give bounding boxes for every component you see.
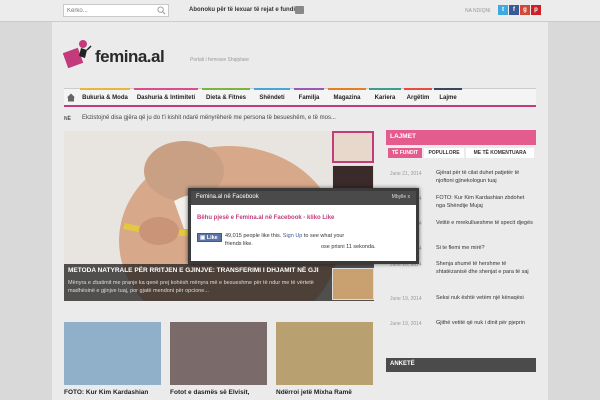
article-card-3-title[interactable]: Ndërroi jetë Mixha Ramë — [276, 389, 352, 396]
nav-item-color-bar — [254, 88, 290, 90]
search-input[interactable] — [64, 5, 152, 16]
like-count-text: 49,015 people like this. — [225, 233, 282, 239]
article-card-2-title[interactable]: Fotot e dasmës së Elvisit, — [170, 389, 249, 396]
mail-icon[interactable] — [295, 6, 304, 14]
nav-item-0[interactable]: Bukuria & Moda — [80, 88, 130, 106]
subscribe-text: Abonoku për të lexuar të rejat e fundit — [189, 7, 298, 13]
nav-item-label: Bukuria & Moda — [82, 95, 128, 101]
nav-item-color-bar — [80, 88, 130, 90]
twitter-icon[interactable]: t — [498, 5, 508, 15]
hero-title[interactable]: METODA NATYRALE PËR RRITJEN E GJINJVE: T… — [68, 267, 319, 274]
nav-item-color-bar — [328, 88, 366, 90]
ticker-text[interactable]: Ekzistojnë disa gjëra që ju do t'i kishi… — [82, 115, 336, 121]
top-bar: Abonoku për të lexuar të rejat e fundit … — [0, 0, 600, 22]
like-label: Like — [206, 235, 218, 241]
facebook-like-link[interactable]: Bëhu pjesë e Femina.al në Facebook - kli… — [197, 215, 334, 221]
facebook-popup-title: Femina.al në Facebook — [196, 194, 259, 200]
poll-header-title: ANKETË — [390, 361, 415, 367]
news-title[interactable]: Si te flemi me mirë? — [436, 244, 534, 252]
nav-item-color-bar — [294, 88, 324, 90]
pinterest-icon[interactable]: p — [531, 5, 541, 15]
nav-item-color-bar — [134, 88, 198, 90]
site-tagline: Portali i femrave Shqiptare — [190, 57, 249, 63]
nav-item-color-bar — [404, 88, 432, 90]
news-title[interactable]: Seksi nuk është vetëm një kënaqësi — [436, 294, 534, 302]
news-title[interactable]: Shenja shumë të hershme të shtatëzanisë … — [436, 260, 534, 276]
nav-item-color-bar — [434, 88, 462, 90]
nav-item-label: Lajme — [439, 95, 457, 101]
article-card-1-title[interactable]: FOTO: Kur Kim Kardashian — [64, 389, 148, 396]
nav-item-label: Kariera — [374, 95, 396, 101]
article-card-2[interactable] — [170, 322, 267, 385]
news-title[interactable]: Gjërat për të cilat duhet patjetër të nj… — [436, 169, 534, 185]
news-header-title: LAJMET — [390, 133, 416, 140]
nav-item-1[interactable]: Dashuria & Intimiteti — [134, 88, 198, 106]
main-nav: Bukuria & Moda Dashuria & Intimiteti Dieta… — [64, 88, 536, 107]
news-title[interactable]: Vetitë e mrekullueshme të specit djegës — [436, 219, 534, 227]
nav-item-4[interactable]: Familja — [294, 88, 324, 106]
signup-link[interactable]: Sign Up — [283, 233, 303, 239]
nav-item-color-bar — [369, 88, 401, 90]
nav-item-label: Shëndeti — [259, 95, 285, 101]
nav-item-3[interactable]: Shëndeti — [254, 88, 290, 106]
article-card-1[interactable] — [64, 322, 161, 385]
news-title[interactable]: FOTO: Kur Kim Kardashian zbdohet nga Shë… — [436, 194, 534, 210]
search-icon[interactable] — [157, 6, 166, 15]
nav-item-2[interactable]: Dieta & Fitnes — [202, 88, 250, 106]
facebook-like-button[interactable]: ▣ Like — [197, 233, 222, 242]
nav-item-8[interactable]: Lajme — [434, 88, 462, 106]
home-icon[interactable] — [66, 92, 76, 103]
follow-label: NA NDIQNI — [465, 8, 491, 14]
tab-latest[interactable]: TË FUNDIT — [388, 148, 422, 158]
autoclose-text: ose prisni 11 sekonda. — [321, 244, 376, 250]
site-logo[interactable]: femina.al — [95, 47, 165, 67]
facebook-icon[interactable]: f — [509, 5, 519, 15]
ticker-label: NË — [64, 116, 71, 122]
hero-description: Mënyra e zbatimit me pranje ka qenë prej… — [68, 280, 314, 294]
facebook-popup-header: Femina.al në Facebook Mbylle x — [191, 191, 416, 205]
thumbnail-1[interactable] — [332, 131, 374, 163]
nav-item-label: Dieta & Fitnes — [205, 95, 246, 101]
tab-most-commented[interactable]: ME TË KOMENTUARA — [466, 148, 534, 158]
nav-item-5[interactable]: Magazina — [328, 88, 366, 106]
tab-popular[interactable]: POPULLORE — [424, 148, 464, 158]
nav-item-7[interactable]: Argëtim — [404, 88, 432, 106]
news-date: June 19, 2014 — [390, 296, 422, 302]
news-date: June 19, 2014 — [390, 321, 422, 327]
nav-item-color-bar — [202, 88, 250, 90]
googleplus-icon[interactable]: g — [520, 5, 530, 15]
news-title[interactable]: Gjithë vetitë që nuk i dinit për pjeprin — [436, 319, 534, 327]
nav-item-label: Argëtim — [406, 95, 430, 101]
article-card-3[interactable] — [276, 322, 373, 385]
close-button[interactable]: Mbylle x — [392, 194, 410, 200]
nav-item-label: Dashuria & Intimiteti — [136, 95, 196, 101]
facebook-popup: Femina.al në Facebook Mbylle x Bëhu pjes… — [188, 188, 419, 264]
nav-item-label: Familja — [298, 95, 320, 101]
news-date: June 21, 2014 — [390, 171, 422, 177]
nav-item-6[interactable]: Kariera — [369, 88, 401, 106]
thumbnail-3[interactable] — [332, 268, 374, 300]
logo-icon[interactable] — [63, 38, 93, 68]
nav-item-label: Magazina — [333, 95, 361, 101]
search-box[interactable] — [63, 4, 169, 17]
